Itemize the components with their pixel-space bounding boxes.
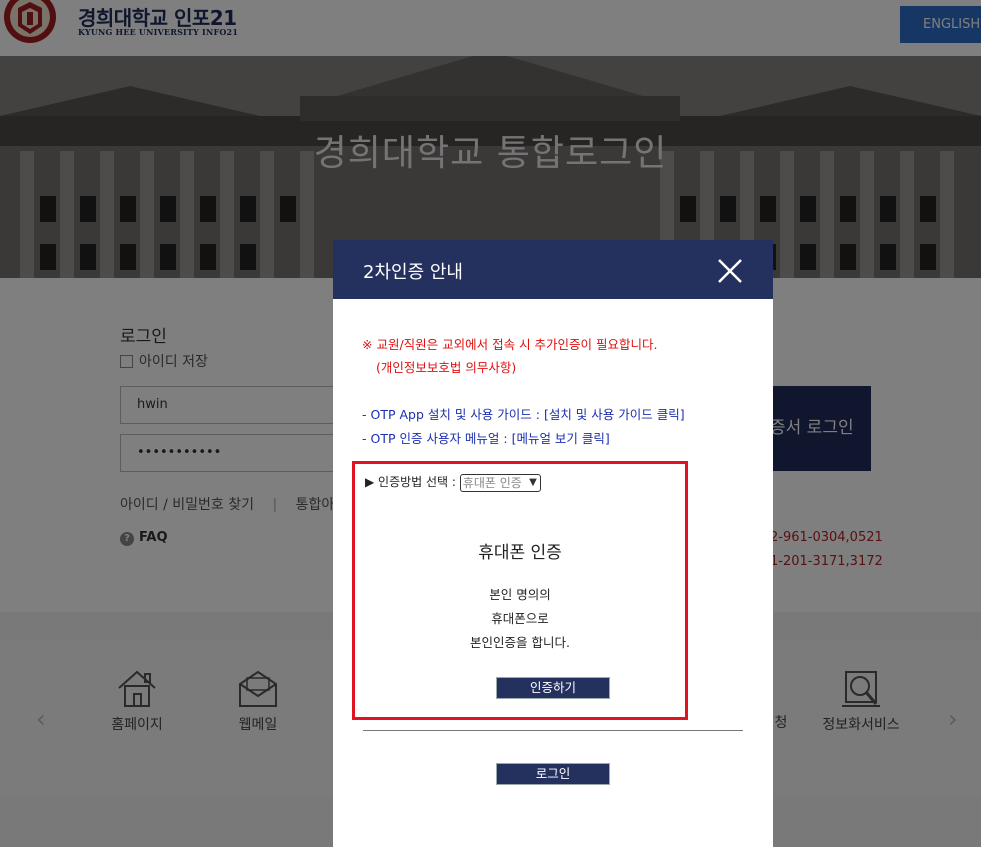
- otp-app-guide-text: - OTP App 설치 및 사용 가이드 :: [362, 407, 544, 422]
- method-desc-line: 휴대폰으로: [491, 611, 549, 626]
- divider: [363, 730, 743, 731]
- otp-manual-guide: - OTP 인증 사용자 메뉴얼 : [메뉴얼 보기 클릭]: [362, 428, 610, 447]
- modal-title: 2차인증 안내: [363, 262, 463, 283]
- otp-app-guide-link[interactable]: [설치 및 사용 가이드 클릭]: [544, 407, 685, 422]
- login-button[interactable]: 로그인: [496, 763, 610, 785]
- notice-line-1: ※ 교원/직원은 교외에서 접속 시 추가인증이 필요합니다.: [362, 337, 658, 352]
- notice-line-2: (개인정보보호법 의무사항): [376, 360, 517, 375]
- close-icon[interactable]: [717, 258, 743, 284]
- otp-app-guide: - OTP App 설치 및 사용 가이드 : [설치 및 사용 가이드 클릭]: [362, 404, 685, 423]
- method-desc-line: 본인 명의의: [489, 587, 551, 602]
- otp-manual-link[interactable]: [메뉴얼 보기 클릭]: [512, 431, 610, 446]
- auth-method-row: ▶ 인증방법 선택 : 휴대폰 인증 ▼: [365, 473, 541, 492]
- modal-header: 2차인증 안내: [333, 240, 773, 299]
- auth-method-selected: 휴대폰 인증: [462, 475, 522, 490]
- method-desc-line: 본인인증을 합니다.: [470, 635, 570, 650]
- chevron-down-icon: ▼: [529, 476, 537, 488]
- auth-method-label: ▶ 인증방법 선택 :: [365, 475, 460, 489]
- otp-manual-guide-text: - OTP 인증 사용자 메뉴얼 :: [362, 431, 512, 446]
- auth-method-select[interactable]: 휴대폰 인증 ▼: [459, 473, 541, 492]
- verify-button[interactable]: 인증하기: [496, 677, 610, 699]
- two-factor-modal: 2차인증 안내 ※ 교원/직원은 교외에서 접속 시 추가인증이 필요합니다. …: [333, 240, 773, 847]
- method-title: 휴대폰 인증: [478, 543, 562, 563]
